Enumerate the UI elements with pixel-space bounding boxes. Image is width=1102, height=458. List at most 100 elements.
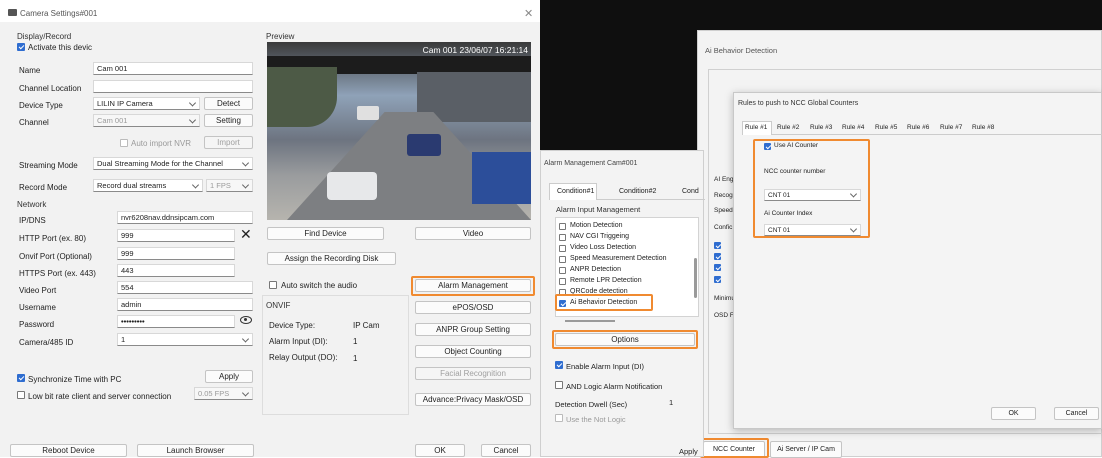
list-item: Video Loss Detection (570, 244, 637, 251)
low-bitrate-fps-select[interactable]: 0.05 FPS (194, 387, 253, 400)
streaming-mode-select[interactable]: Dual Streaming Mode for the Channel (93, 157, 253, 170)
activate-checkbox[interactable] (17, 43, 25, 51)
car (357, 106, 379, 120)
tab-rule-4[interactable]: Rule #4 (842, 124, 864, 131)
rules-dialog-title: Rules to push to NCC Global Counters (738, 100, 859, 107)
ncc-counter-select[interactable]: CNT 01 (764, 189, 861, 201)
video-button[interactable]: Video (415, 227, 531, 240)
list-item-checkbox[interactable] (559, 256, 566, 263)
sync-time-label: Synchronize Time with PC (28, 375, 122, 384)
onvif-section: ONVIF (266, 301, 291, 310)
window-title: Camera Settings#001 (20, 9, 98, 18)
video-port-field[interactable]: 554 (117, 281, 253, 294)
tab-condition-3[interactable]: Cond (682, 188, 699, 195)
close-icon[interactable]: ✕ (524, 7, 533, 20)
apply-button[interactable]: Apply (679, 447, 698, 456)
camera-preview: Cam 001 23/06/07 16:21:14 (267, 42, 531, 220)
tab-condition-2[interactable]: Condition#2 (619, 188, 656, 195)
channel-select[interactable]: Cam 001 (93, 114, 200, 127)
assign-disk-button[interactable]: Assign the Recording Disk (267, 252, 396, 265)
tab-rule-7[interactable]: Rule #7 (940, 124, 962, 131)
list-scrollbar[interactable] (694, 258, 697, 298)
camera-485-select[interactable]: 1 (117, 333, 253, 346)
eye-icon[interactable] (240, 316, 252, 324)
apply-button[interactable]: Apply (205, 370, 253, 383)
list-item-checkbox[interactable] (559, 223, 566, 230)
rules-cancel-button[interactable]: Cancel (1054, 407, 1099, 420)
list-item-checkbox[interactable] (559, 289, 566, 296)
detect-button[interactable]: Detect (204, 97, 253, 110)
fps-select[interactable]: 1 FPS (206, 179, 253, 192)
rules-ok-button[interactable]: OK (991, 407, 1036, 420)
auto-switch-audio-checkbox[interactable] (269, 281, 277, 289)
device-type-select[interactable]: LILIN IP Camera (93, 97, 200, 110)
clear-icon[interactable]: ✕ (240, 226, 252, 243)
setting-button[interactable]: Setting (204, 114, 253, 127)
epos-osd-button[interactable]: ePOS/OSD (415, 301, 531, 314)
use-ai-counter-checkbox[interactable] (764, 143, 771, 150)
username-field[interactable]: admin (117, 298, 253, 311)
ai-option-checkbox[interactable] (714, 242, 721, 249)
tab-rule-2[interactable]: Rule #2 (777, 124, 799, 131)
ai-window-title: Ai Behavior Detection (705, 46, 778, 55)
not-logic-checkbox[interactable] (555, 414, 563, 422)
tab-rule-5[interactable]: Rule #5 (875, 124, 897, 131)
privacy-mask-button[interactable]: Advance:Privacy Mask/OSD (415, 393, 531, 406)
tab-rule-6[interactable]: Rule #6 (907, 124, 929, 131)
list-hscrollbar[interactable] (565, 320, 615, 322)
list-item-checkbox[interactable] (559, 245, 566, 252)
onvif-relay-output-value: 1 (353, 354, 358, 363)
dwell-field[interactable]: 1 (666, 396, 700, 409)
list-item-checkbox[interactable] (559, 278, 566, 285)
ai-counter-index-label: Ai Counter Index (764, 210, 813, 217)
onvif-port-field[interactable]: 999 (117, 247, 235, 260)
ai-counter-index-select[interactable]: CNT 01 (764, 224, 861, 236)
onvif-relay-output-label: Relay Output (DO): (269, 353, 338, 362)
password-field[interactable]: ••••••••• (117, 315, 235, 328)
onvif-alarm-input-value: 1 (353, 337, 358, 346)
alarm-input-list[interactable]: Motion Detection NAV CGI Triggeing Video… (555, 217, 699, 317)
truck (472, 152, 531, 204)
alarm-input-management-section: Alarm Input Management (556, 205, 641, 214)
app-icon (8, 9, 17, 16)
object-counting-button[interactable]: Object Counting (415, 345, 531, 358)
list-item-checkbox[interactable] (559, 234, 566, 241)
find-device-button[interactable]: Find Device (267, 227, 384, 240)
ipdns-field[interactable]: nvr6208nav.ddnsipcam.com (117, 211, 253, 224)
facial-recognition-button[interactable]: Facial Recognition (415, 367, 531, 380)
name-field[interactable]: Cam 001 (93, 62, 253, 75)
options-button[interactable]: Options (555, 333, 695, 346)
tab-ai-server[interactable]: Ai Server / IP Cam (770, 441, 842, 458)
list-item-checkbox[interactable] (559, 300, 566, 307)
http-port-field[interactable]: 999 (117, 229, 235, 242)
ai-side-label: Minimu (714, 295, 735, 302)
ai-option-checkbox[interactable] (714, 264, 721, 271)
sync-time-checkbox[interactable] (17, 374, 25, 382)
ai-option-checkbox[interactable] (714, 253, 721, 260)
anpr-group-button[interactable]: ANPR Group Setting (415, 323, 531, 336)
ai-side-label: Recog (714, 192, 733, 199)
and-logic-checkbox[interactable] (555, 381, 563, 389)
https-port-label: HTTPS Port (ex. 443) (19, 269, 96, 278)
enable-alarm-checkbox[interactable] (555, 361, 563, 369)
alarm-management-button[interactable]: Alarm Management (415, 279, 531, 292)
import-button[interactable]: Import (204, 136, 253, 149)
https-port-field[interactable]: 443 (117, 264, 235, 277)
cancel-button[interactable]: Cancel (481, 444, 531, 457)
record-mode-select[interactable]: Record dual streams (93, 179, 203, 192)
dwell-label: Detection Dwell (Sec) (555, 400, 628, 409)
tab-ncc-counter[interactable]: NCC Counter (703, 441, 765, 458)
reboot-device-button[interactable]: Reboot Device (10, 444, 127, 457)
ai-option-checkbox[interactable] (714, 276, 721, 283)
http-port-label: HTTP Port (ex. 80) (19, 234, 86, 243)
channel-location-field[interactable] (93, 80, 253, 93)
launch-browser-button[interactable]: Launch Browser (137, 444, 254, 457)
tab-rule-3[interactable]: Rule #3 (810, 124, 832, 131)
auto-import-checkbox[interactable] (120, 139, 128, 147)
channel-label: Channel (19, 118, 49, 127)
low-bitrate-checkbox[interactable] (17, 391, 25, 399)
tab-rule-8[interactable]: Rule #8 (972, 124, 994, 131)
ok-button[interactable]: OK (415, 444, 465, 457)
list-item-checkbox[interactable] (559, 267, 566, 274)
device-type-label: Device Type (19, 101, 63, 110)
